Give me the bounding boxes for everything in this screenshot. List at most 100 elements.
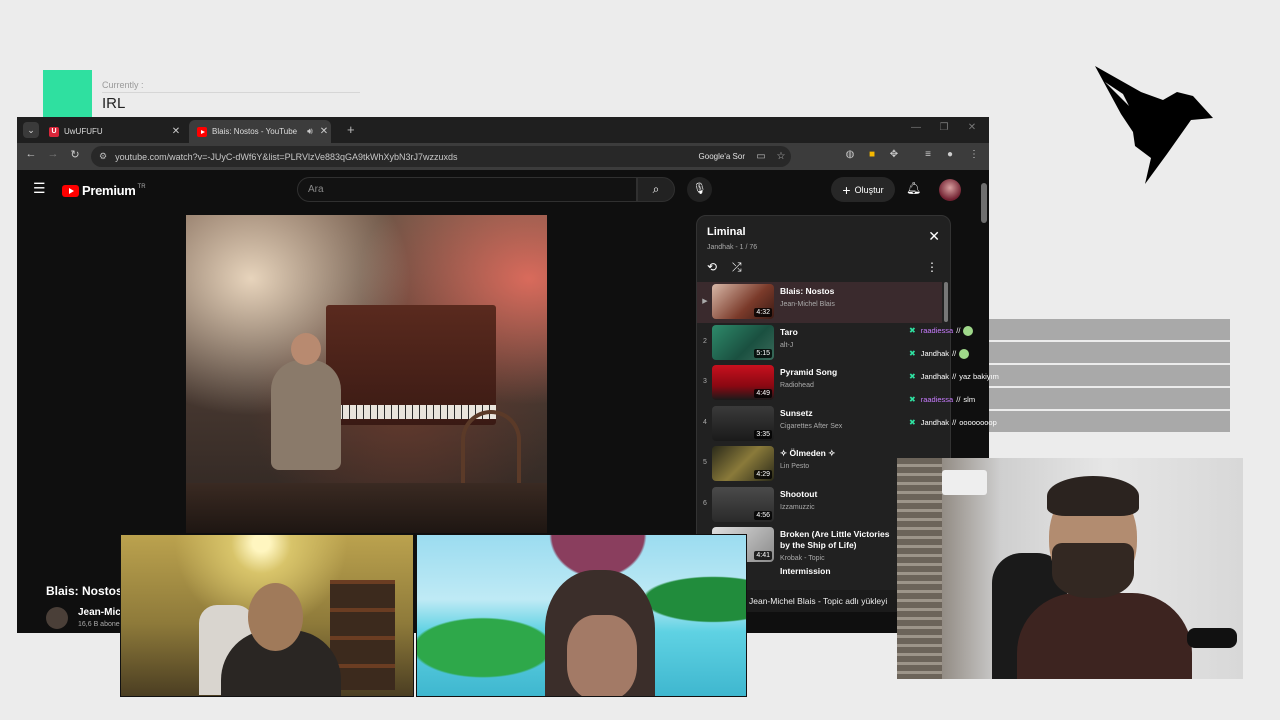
chat-message: ✖ raadiessa // slm — [904, 388, 1034, 411]
address-bar[interactable]: ⚙ youtube.com/watch?v=-JUyC-dWf6Y&list=P… — [91, 146, 791, 167]
extension-bolt-icon[interactable]: ■ — [865, 149, 879, 163]
video-pianist — [271, 360, 341, 470]
create-button[interactable]: + Oluştur — [831, 177, 895, 202]
webcam-blinds — [897, 458, 942, 679]
chat-username: Jandhak — [920, 349, 950, 358]
extension-bulb-icon[interactable]: ◍ — [843, 149, 857, 163]
browser-menu-icon[interactable]: ⋮ — [967, 149, 981, 163]
channel-subscribers: 16,6 B abone — [78, 621, 120, 628]
webcam-feed-right — [897, 458, 1243, 679]
bookmark-star-icon[interactable]: ☆ — [771, 151, 791, 162]
close-icon[interactable]: ✕ — [317, 126, 331, 137]
upload-notification[interactable]: Jean-Michel Blais - Topic adlı yükleyi — [745, 590, 900, 612]
playlist-scrollbar[interactable] — [944, 282, 948, 322]
tab-search-icon[interactable]: ⌄ — [23, 122, 39, 138]
voice-search-icon[interactable]: 🎙︎ — [687, 177, 712, 202]
google-lens-button[interactable]: Google'a Sor — [699, 152, 745, 161]
chat-separator: // — [952, 349, 957, 358]
chat-username: raadiessa — [920, 326, 954, 335]
window-close-icon[interactable]: ✕ — [965, 122, 979, 133]
video-player[interactable] — [186, 215, 547, 533]
media-control-icon[interactable]: ≡ — [921, 149, 935, 163]
status-value: IRL — [102, 95, 126, 112]
youtube-play-icon — [62, 184, 79, 197]
emote-icon — [963, 325, 974, 336]
track-title: Intermission — [780, 565, 831, 576]
duration-badge: 4:56 — [754, 510, 772, 520]
playlist-thumbnail: 4:49 — [712, 365, 774, 400]
forward-icon[interactable]: → — [45, 148, 61, 160]
search-input[interactable]: Ara — [297, 177, 637, 202]
duration-badge: 4:29 — [754, 470, 772, 479]
webcam-person-body — [1017, 593, 1192, 679]
cast-icon[interactable]: ▭ — [751, 151, 771, 162]
search-icon: ⌕ — [652, 182, 660, 196]
chat-text: oooooooop — [959, 418, 997, 427]
profile-icon[interactable]: ● — [943, 149, 957, 163]
loop-icon[interactable]: ⟲ — [707, 260, 717, 274]
youtube-logo[interactable]: Premium TR — [62, 183, 146, 198]
status-accent-block — [43, 70, 92, 117]
tab-title: Blais: Nostos - YouTube — [212, 127, 298, 136]
search-button[interactable]: ⌕ — [637, 177, 675, 202]
kick-icon: ✖ — [909, 326, 916, 335]
scrollbar-thumb[interactable] — [981, 183, 987, 223]
track-artist: Jean-Michel Blais — [780, 301, 835, 308]
video-pianist-head — [291, 333, 321, 365]
user-avatar[interactable] — [939, 179, 961, 201]
webcam-person-hair — [1047, 476, 1139, 516]
playlist-thumbnail: 3:35 — [712, 405, 774, 441]
shuffle-icon[interactable]: ⤮ — [732, 260, 742, 275]
speaker-icon[interactable]: 🔊︎ — [303, 126, 317, 137]
back-icon[interactable]: ← — [23, 148, 39, 160]
chat-text: slm — [963, 395, 976, 404]
restore-icon[interactable]: ❐ — [937, 122, 951, 133]
playlist-index: 5 — [703, 459, 707, 466]
channel-avatar[interactable] — [46, 607, 68, 629]
duration-badge: 5:15 — [754, 348, 772, 358]
minimize-icon[interactable]: — — [909, 122, 923, 133]
webcam-microphone — [1187, 628, 1237, 648]
playlist-index: 6 — [703, 499, 707, 507]
close-icon[interactable]: ✕ — [169, 126, 183, 137]
youtube-icon — [197, 126, 207, 137]
duration-badge: 3:35 — [754, 429, 772, 439]
track-title: Sunsetz — [780, 407, 813, 418]
playlist-thumbnail: 4:29 — [712, 446, 774, 481]
tab-strip: ⌄ U UwUFUFU ✕ Blais: Nostos - YouTube 🔊︎… — [17, 117, 989, 143]
status-divider — [102, 92, 360, 93]
chat-username: Jandhak — [920, 372, 950, 381]
tab-youtube[interactable]: Blais: Nostos - YouTube 🔊︎ ✕ — [189, 120, 331, 143]
kick-icon: ✖ — [909, 349, 916, 358]
video-floor — [186, 483, 547, 533]
hamburger-menu-icon[interactable]: ☰ — [33, 180, 46, 197]
playlist-index: ▶ — [702, 298, 708, 305]
kick-icon: ✖ — [909, 395, 916, 404]
reload-icon[interactable]: ↻ — [67, 148, 83, 161]
track-title: Pyramid Song — [780, 367, 838, 377]
track-title: Broken (Are Little Victories by the Ship… — [780, 529, 890, 550]
duration-badge: 4:32 — [754, 308, 772, 317]
chat-separator: // — [956, 326, 961, 335]
more-options-icon[interactable]: ⋮ — [926, 260, 938, 274]
playlist-item[interactable]: ▶ 4:32 Blais: Nostos Jean-Michel Blais — [697, 282, 942, 323]
chat-overlay: ✖ raadiessa // ✖ Jandhak // ✖ Jandhak //… — [904, 319, 1034, 434]
channel-name[interactable]: Jean-Mic — [78, 607, 121, 618]
notifications-bell-icon[interactable]: 🔔︎ — [906, 181, 921, 195]
youtube-header: ☰ Premium TR Ara ⌕ 🎙︎ + Oluştur 🔔︎ — [17, 170, 989, 210]
extensions-puzzle-icon[interactable]: ✥ — [887, 149, 901, 163]
track-title: Blais: Nostos — [780, 286, 835, 296]
tab-title: UwUFUFU — [64, 127, 103, 136]
new-tab-icon[interactable]: + — [347, 122, 355, 137]
playlist-index: 4 — [703, 418, 707, 426]
playlist-title[interactable]: Liminal — [707, 226, 746, 238]
webcam-person-head — [248, 583, 303, 651]
track-artist: Krobak - Topic — [780, 555, 825, 562]
tab-uwufufu[interactable]: U UwUFUFU ✕ — [41, 120, 183, 143]
track-title: Taro — [780, 326, 798, 337]
playlist-thumbnail: 5:15 — [712, 324, 774, 360]
site-info-icon[interactable]: ⚙ — [99, 151, 107, 162]
close-icon[interactable]: ✕ — [928, 228, 940, 245]
brand-label: Premium — [82, 183, 136, 198]
track-artist: Lin Pesto — [780, 463, 810, 470]
